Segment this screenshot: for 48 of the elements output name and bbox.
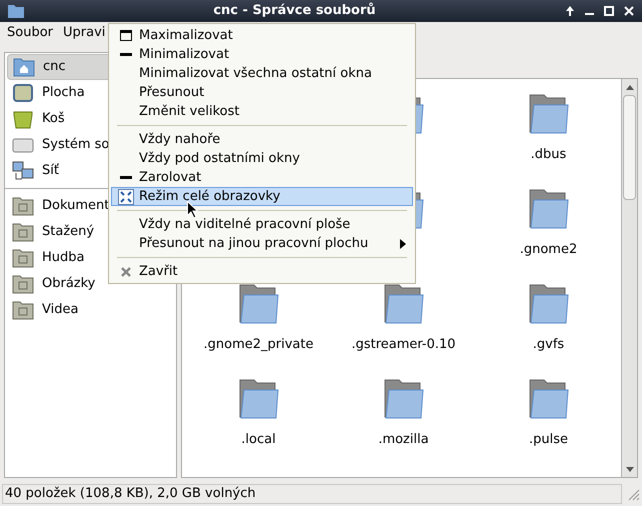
folder-icon	[12, 300, 34, 320]
file-name[interactable]: .gnome2_private	[204, 335, 314, 354]
status-text: 40 položek (108,8 KB), 2,0 GB volných	[2, 484, 622, 504]
network-icon	[12, 161, 34, 181]
maximize-icon	[120, 30, 132, 41]
window-icon	[8, 4, 24, 18]
menu-item[interactable]: Režim celé obrazovky	[111, 187, 413, 206]
minimize-icon	[120, 176, 132, 180]
scroll-up-icon[interactable]	[626, 84, 634, 90]
menu-item[interactable]: Vždy nahoře	[111, 130, 413, 149]
menu-item[interactable]: Vždy pod ostatními okny	[111, 149, 413, 168]
folder-icon	[12, 196, 34, 216]
submenu-arrow-icon	[400, 238, 406, 248]
minimize-icon	[120, 52, 132, 56]
menu-item[interactable]: Maximalizovat	[111, 26, 413, 45]
scroll-thumb[interactable]	[623, 95, 636, 200]
desktop-icon	[12, 83, 34, 103]
menu-item[interactable]: Zavřit	[111, 262, 413, 281]
resize-grip-icon[interactable]	[626, 487, 640, 501]
scroll-down-icon[interactable]	[626, 466, 634, 472]
arrow-up-icon[interactable]	[565, 6, 575, 16]
file-name[interactable]: .gstreamer-0.10	[351, 335, 456, 354]
trash-icon	[12, 109, 34, 129]
scrollbar[interactable]	[621, 79, 637, 477]
mouse-cursor-icon	[187, 201, 198, 218]
folder-icon	[12, 248, 34, 268]
fullscreen-icon	[118, 188, 134, 204]
sidebar-item[interactable]: Videa	[7, 297, 174, 323]
folder-icon	[12, 274, 34, 294]
menu-item[interactable]: Soubor	[2, 23, 58, 43]
menu-item[interactable]: Zarolovat	[111, 168, 413, 187]
window-title: cnc - Správce souborů	[212, 2, 377, 20]
maximize-icon[interactable]	[604, 6, 614, 16]
menu-item[interactable]: Vždy na viditelné pracovní ploše	[111, 215, 413, 234]
home-folder-icon	[13, 57, 35, 77]
menu-item[interactable]: Změnit velikost	[111, 102, 413, 121]
file-name[interactable]: .gnome2	[520, 240, 578, 260]
menu-item[interactable]: Upravi	[58, 23, 110, 43]
menu-item[interactable]: Přesunout	[111, 83, 413, 102]
file-name[interactable]: .local	[241, 430, 276, 450]
file-name[interactable]: .mozilla	[378, 430, 429, 450]
menu-item[interactable]: Přesunout na jinou pracovní plochu	[111, 234, 413, 253]
file-name[interactable]: .dbus	[530, 145, 566, 164]
file-name[interactable]: .pulse	[528, 430, 568, 450]
close-icon[interactable]	[624, 6, 634, 16]
close-icon	[120, 266, 132, 278]
file-name[interactable]: .gvfs	[532, 335, 564, 354]
folder-icon	[12, 222, 34, 242]
